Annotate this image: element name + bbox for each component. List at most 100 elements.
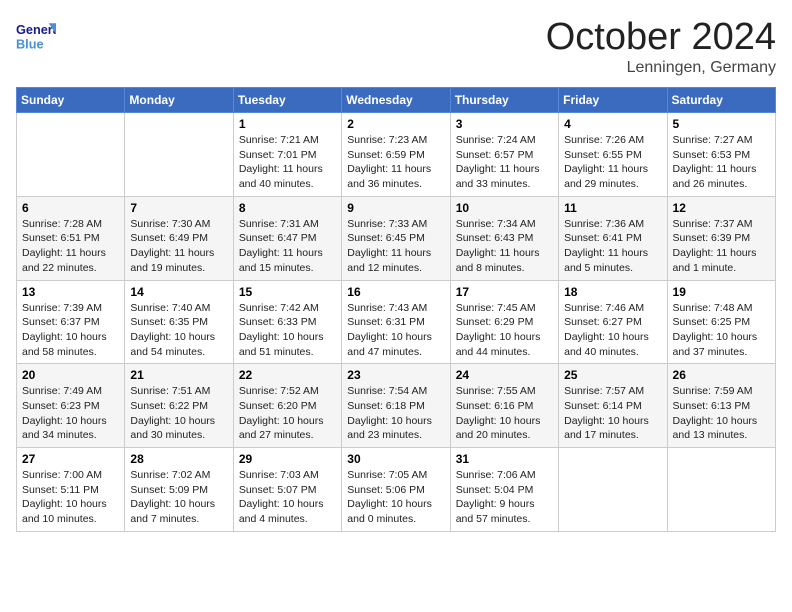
day-detail: Sunrise: 7:24 AMSunset: 6:57 PMDaylight:… [456,133,553,192]
calendar-cell: 30 Sunrise: 7:05 AMSunset: 5:06 PMDayligh… [342,448,450,532]
calendar-cell: 11 Sunrise: 7:36 AMSunset: 6:41 PMDayligh… [559,196,667,280]
day-number: 12 [673,201,770,215]
day-detail: Sunrise: 7:36 AMSunset: 6:41 PMDaylight:… [564,217,661,276]
day-detail: Sunrise: 7:02 AMSunset: 5:09 PMDaylight:… [130,468,227,527]
day-number: 20 [22,368,119,382]
day-number: 2 [347,117,444,131]
calendar-week-row: 1 Sunrise: 7:21 AMSunset: 7:01 PMDaylight… [17,113,776,197]
day-number: 3 [456,117,553,131]
month-title: October 2024 [546,16,776,59]
day-number: 7 [130,201,227,215]
calendar-cell: 28 Sunrise: 7:02 AMSunset: 5:09 PMDayligh… [125,448,233,532]
day-number: 5 [673,117,770,131]
day-number: 9 [347,201,444,215]
weekday-header-tuesday: Tuesday [233,88,341,113]
calendar-cell: 12 Sunrise: 7:37 AMSunset: 6:39 PMDayligh… [667,196,775,280]
calendar-cell: 10 Sunrise: 7:34 AMSunset: 6:43 PMDayligh… [450,196,558,280]
day-detail: Sunrise: 7:49 AMSunset: 6:23 PMDaylight:… [22,384,119,443]
calendar-cell: 9 Sunrise: 7:33 AMSunset: 6:45 PMDaylight… [342,196,450,280]
day-detail: Sunrise: 7:54 AMSunset: 6:18 PMDaylight:… [347,384,444,443]
calendar-week-row: 20 Sunrise: 7:49 AMSunset: 6:23 PMDayligh… [17,364,776,448]
calendar-week-row: 6Sunrise: 7:28 AMSunset: 6:51 PMDaylight… [17,196,776,280]
day-number: 23 [347,368,444,382]
calendar-cell: 24Sunrise: 7:55 AMSunset: 6:16 PMDayligh… [450,364,558,448]
day-detail: Sunrise: 7:59 AMSunset: 6:13 PMDaylight:… [673,384,770,443]
calendar-cell [667,448,775,532]
calendar-cell: 16 Sunrise: 7:43 AMSunset: 6:31 PMDayligh… [342,280,450,364]
calendar-week-row: 13 Sunrise: 7:39 AMSunset: 6:37 PMDayligh… [17,280,776,364]
calendar-cell: 22Sunrise: 7:52 AMSunset: 6:20 PMDayligh… [233,364,341,448]
calendar-cell: 3 Sunrise: 7:24 AMSunset: 6:57 PMDaylight… [450,113,558,197]
day-number: 1 [239,117,336,131]
calendar-cell [125,113,233,197]
day-detail: Sunrise: 7:51 AMSunset: 6:22 PMDaylight:… [130,384,227,443]
day-detail: Sunrise: 7:21 AMSunset: 7:01 PMDaylight:… [239,133,336,192]
day-detail: Sunrise: 7:06 AMSunset: 5:04 PMDaylight:… [456,468,553,527]
calendar-cell: 2 Sunrise: 7:23 AMSunset: 6:59 PMDaylight… [342,113,450,197]
calendar-week-row: 27 Sunrise: 7:00 AMSunset: 5:11 PMDayligh… [17,448,776,532]
day-detail: Sunrise: 7:23 AMSunset: 6:59 PMDaylight:… [347,133,444,192]
day-detail: Sunrise: 7:37 AMSunset: 6:39 PMDaylight:… [673,217,770,276]
day-detail: Sunrise: 7:46 AMSunset: 6:27 PMDaylight:… [564,301,661,360]
calendar-cell: 13 Sunrise: 7:39 AMSunset: 6:37 PMDayligh… [17,280,125,364]
day-number: 30 [347,452,444,466]
day-detail: Sunrise: 7:27 AMSunset: 6:53 PMDaylight:… [673,133,770,192]
calendar-cell: 23 Sunrise: 7:54 AMSunset: 6:18 PMDayligh… [342,364,450,448]
calendar-cell: 20 Sunrise: 7:49 AMSunset: 6:23 PMDayligh… [17,364,125,448]
day-number: 11 [564,201,661,215]
day-number: 26 [673,368,770,382]
calendar-cell: 19Sunrise: 7:48 AMSunset: 6:25 PMDayligh… [667,280,775,364]
day-number: 28 [130,452,227,466]
calendar-table: SundayMondayTuesdayWednesdayThursdayFrid… [16,87,776,532]
logo-icon: General Blue [16,16,56,56]
day-detail: Sunrise: 7:57 AMSunset: 6:14 PMDaylight:… [564,384,661,443]
day-detail: Sunrise: 7:30 AMSunset: 6:49 PMDaylight:… [130,217,227,276]
day-detail: Sunrise: 7:39 AMSunset: 6:37 PMDaylight:… [22,301,119,360]
day-detail: Sunrise: 7:40 AMSunset: 6:35 PMDaylight:… [130,301,227,360]
day-detail: Sunrise: 7:00 AMSunset: 5:11 PMDaylight:… [22,468,119,527]
weekday-header-sunday: Sunday [17,88,125,113]
day-number: 31 [456,452,553,466]
day-detail: Sunrise: 7:43 AMSunset: 6:31 PMDaylight:… [347,301,444,360]
day-detail: Sunrise: 7:03 AMSunset: 5:07 PMDaylight:… [239,468,336,527]
day-number: 29 [239,452,336,466]
title-block: October 2024 Lenningen, Germany [546,16,776,77]
day-detail: Sunrise: 7:31 AMSunset: 6:47 PMDaylight:… [239,217,336,276]
day-number: 6 [22,201,119,215]
day-number: 21 [130,368,227,382]
logo: General Blue [16,16,60,56]
day-detail: Sunrise: 7:45 AMSunset: 6:29 PMDaylight:… [456,301,553,360]
day-number: 24 [456,368,553,382]
day-number: 16 [347,285,444,299]
calendar-cell: 4 Sunrise: 7:26 AMSunset: 6:55 PMDaylight… [559,113,667,197]
calendar-cell: 17Sunrise: 7:45 AMSunset: 6:29 PMDayligh… [450,280,558,364]
weekday-header-saturday: Saturday [667,88,775,113]
calendar-cell: 14 Sunrise: 7:40 AMSunset: 6:35 PMDayligh… [125,280,233,364]
weekday-header-row: SundayMondayTuesdayWednesdayThursdayFrid… [17,88,776,113]
day-number: 22 [239,368,336,382]
day-detail: Sunrise: 7:26 AMSunset: 6:55 PMDaylight:… [564,133,661,192]
calendar-cell: 8Sunrise: 7:31 AMSunset: 6:47 PMDaylight… [233,196,341,280]
day-number: 10 [456,201,553,215]
calendar-cell: 7 Sunrise: 7:30 AMSunset: 6:49 PMDaylight… [125,196,233,280]
calendar-cell: 21 Sunrise: 7:51 AMSunset: 6:22 PMDayligh… [125,364,233,448]
calendar-cell: 25Sunrise: 7:57 AMSunset: 6:14 PMDayligh… [559,364,667,448]
day-detail: Sunrise: 7:42 AMSunset: 6:33 PMDaylight:… [239,301,336,360]
day-number: 14 [130,285,227,299]
calendar-cell: 6Sunrise: 7:28 AMSunset: 6:51 PMDaylight… [17,196,125,280]
day-detail: Sunrise: 7:48 AMSunset: 6:25 PMDaylight:… [673,301,770,360]
day-number: 18 [564,285,661,299]
day-number: 4 [564,117,661,131]
calendar-cell: 18 Sunrise: 7:46 AMSunset: 6:27 PMDayligh… [559,280,667,364]
day-number: 15 [239,285,336,299]
day-detail: Sunrise: 7:34 AMSunset: 6:43 PMDaylight:… [456,217,553,276]
calendar-cell: 26 Sunrise: 7:59 AMSunset: 6:13 PMDayligh… [667,364,775,448]
day-number: 27 [22,452,119,466]
calendar-cell [559,448,667,532]
weekday-header-friday: Friday [559,88,667,113]
calendar-cell [17,113,125,197]
day-detail: Sunrise: 7:33 AMSunset: 6:45 PMDaylight:… [347,217,444,276]
day-number: 13 [22,285,119,299]
page-header: General Blue October 2024 Lenningen, Ger… [16,16,776,77]
day-detail: Sunrise: 7:05 AMSunset: 5:06 PMDaylight:… [347,468,444,527]
